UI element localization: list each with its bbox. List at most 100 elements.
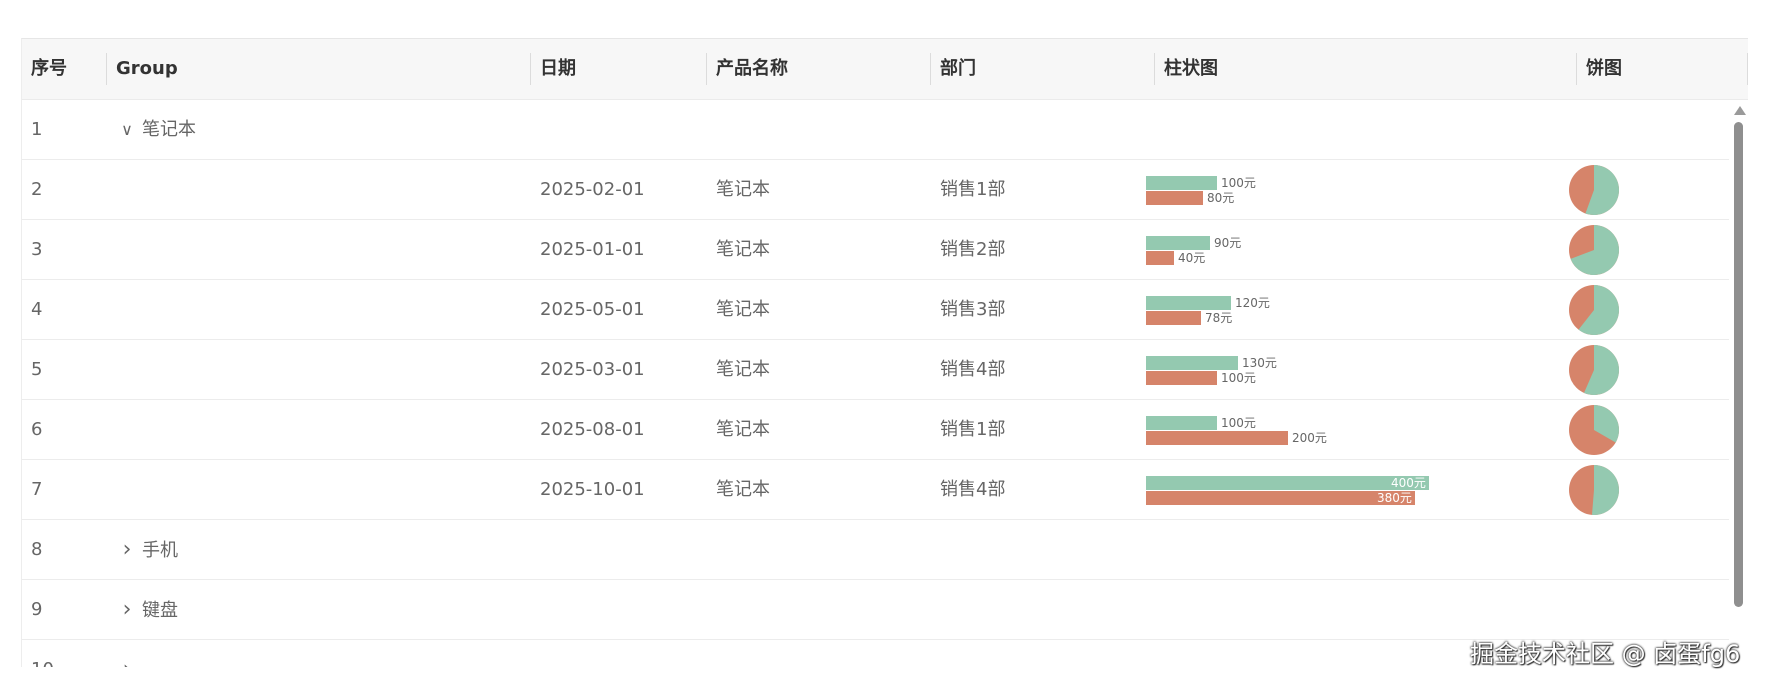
group-label: 键盘 — [142, 600, 178, 621]
bar-b-label: 40元 — [1178, 251, 1206, 265]
header-bar-chart-label: 柱状图 — [1164, 58, 1218, 79]
table-row[interactable]: 6 2025-08-01 笔记本 销售1部 100元 200元 — [22, 400, 1729, 460]
vertical-scrollbar[interactable] — [1730, 100, 1748, 667]
header-date[interactable]: 日期 — [531, 39, 707, 99]
bar-b — [1146, 371, 1217, 385]
header-pie-chart-label: 饼图 — [1586, 58, 1622, 79]
chevron-right-icon[interactable]: › — [116, 640, 138, 667]
bar-chart-cell: 400元 380元 — [1146, 474, 1506, 506]
bar-chart-cell: 90元 40元 — [1146, 234, 1506, 266]
table-row[interactable]: 3 2025-01-01 笔记本 销售2部 90元 40元 — [22, 220, 1729, 280]
cell-product: 笔记本 — [716, 239, 770, 260]
bar-a-label: 100元 — [1221, 176, 1256, 190]
table-body: 1 ∨ 笔记本 2 2025-02-01 笔记本 销售1部 100元 80元 3 2025-01-0… — [22, 100, 1729, 667]
bar-a-label: 400元 — [1391, 476, 1426, 490]
bar-chart-cell: 120元 78元 — [1146, 294, 1506, 326]
bar-b — [1146, 251, 1174, 265]
header-group-label: Group — [116, 58, 178, 79]
scroll-thumb[interactable] — [1734, 122, 1743, 607]
bar-b-label: 78元 — [1205, 311, 1233, 325]
group-row[interactable]: 9 › 键盘 — [22, 580, 1729, 640]
bar-chart-cell: 100元 80元 — [1146, 174, 1506, 206]
cell-dept: 销售1部 — [940, 419, 1006, 440]
bar-a — [1146, 236, 1210, 250]
cell-index: 8 — [31, 539, 43, 560]
bar-b-label: 80元 — [1207, 191, 1235, 205]
column-divider[interactable] — [1747, 53, 1748, 85]
bar-a-label: 130元 — [1242, 356, 1277, 370]
bar-a — [1146, 356, 1238, 370]
cell-date: 2025-08-01 — [540, 419, 645, 440]
pie-chart-cell — [1569, 225, 1619, 275]
bar-a-label: 90元 — [1214, 236, 1242, 250]
bar-a-label: 120元 — [1235, 296, 1270, 310]
bar-a — [1146, 416, 1217, 430]
bar-a-label: 100元 — [1221, 416, 1256, 430]
table-row[interactable]: 4 2025-05-01 笔记本 销售3部 120元 78元 — [22, 280, 1729, 340]
bar-a — [1146, 296, 1231, 310]
cell-product: 笔记本 — [716, 359, 770, 380]
scroll-up-icon[interactable] — [1734, 106, 1746, 115]
pie-slice-a — [1591, 465, 1619, 515]
table-row[interactable]: 2 2025-02-01 笔记本 销售1部 100元 80元 — [22, 160, 1729, 220]
table-header: 序号 Group 日期 产品名称 部门 柱状图 饼图 — [22, 39, 1748, 100]
header-pie-chart[interactable]: 饼图 — [1577, 39, 1748, 99]
cell-dept: 销售4部 — [940, 359, 1006, 380]
table-row[interactable]: 5 2025-03-01 笔记本 销售4部 130元 100元 — [22, 340, 1729, 400]
cell-date: 2025-05-01 — [540, 299, 645, 320]
cell-date: 2025-02-01 — [540, 179, 645, 200]
bar-b-label: 200元 — [1292, 431, 1327, 445]
header-product-label: 产品名称 — [716, 58, 788, 79]
cell-dept: 销售1部 — [940, 179, 1006, 200]
pie-chart-cell — [1569, 405, 1619, 455]
cell-group[interactable]: ∨ 笔记本 — [107, 100, 531, 159]
header-dept[interactable]: 部门 — [931, 39, 1155, 99]
header-date-label: 日期 — [540, 58, 576, 79]
pie-chart-cell — [1569, 345, 1619, 395]
chevron-down-icon[interactable]: ∨ — [116, 100, 138, 159]
bar-b — [1146, 491, 1415, 505]
bar-b-label: 100元 — [1221, 371, 1256, 385]
cell-product: 笔记本 — [716, 479, 770, 500]
cell-product: 笔记本 — [716, 299, 770, 320]
group-row[interactable]: 1 ∨ 笔记本 — [22, 100, 1729, 160]
bar-chart-cell: 130元 100元 — [1146, 354, 1506, 386]
header-dept-label: 部门 — [940, 58, 976, 79]
cell-product: 笔记本 — [716, 179, 770, 200]
bar-b — [1146, 431, 1288, 445]
table-row[interactable]: 7 2025-10-01 笔记本 销售4部 400元 380元 — [22, 460, 1729, 520]
cell-group[interactable]: › — [107, 640, 531, 667]
cell-index: 1 — [31, 119, 43, 140]
cell-index: 6 — [31, 419, 43, 440]
cell-index: 10 — [22, 640, 107, 667]
cell-index: 7 — [31, 479, 43, 500]
chevron-right-icon[interactable]: › — [116, 580, 138, 639]
cell-group[interactable]: › 键盘 — [107, 580, 531, 639]
header-bar-chart[interactable]: 柱状图 — [1155, 39, 1577, 99]
cell-date: 2025-01-01 — [540, 239, 645, 260]
chevron-right-icon[interactable]: › — [116, 520, 138, 579]
pie-chart-cell — [1569, 465, 1619, 515]
pie-chart-cell — [1569, 165, 1619, 215]
cell-dept: 销售4部 — [940, 479, 1006, 500]
header-index[interactable]: 序号 — [22, 39, 107, 99]
cell-group[interactable]: › 手机 — [107, 520, 531, 579]
cell-dept: 销售2部 — [940, 239, 1006, 260]
group-label: 手机 — [142, 540, 178, 561]
bar-chart-cell: 100元 200元 — [1146, 414, 1506, 446]
header-group[interactable]: Group — [107, 39, 531, 99]
bar-a — [1146, 476, 1429, 490]
group-row[interactable]: 8 › 手机 — [22, 520, 1729, 580]
bar-a — [1146, 176, 1217, 190]
cell-date: 2025-10-01 — [540, 479, 645, 500]
cell-index: 2 — [31, 179, 43, 200]
cell-dept: 销售3部 — [940, 299, 1006, 320]
group-label: 笔记本 — [142, 119, 196, 140]
watermark: 掘金技术社区 @ 卤蛋fg6 — [1470, 640, 1741, 668]
header-product[interactable]: 产品名称 — [707, 39, 931, 99]
cell-index: 9 — [31, 599, 43, 620]
cell-index: 5 — [31, 359, 43, 380]
cell-date: 2025-03-01 — [540, 359, 645, 380]
pie-chart-cell — [1569, 285, 1619, 335]
bar-b-label: 380元 — [1377, 491, 1412, 505]
